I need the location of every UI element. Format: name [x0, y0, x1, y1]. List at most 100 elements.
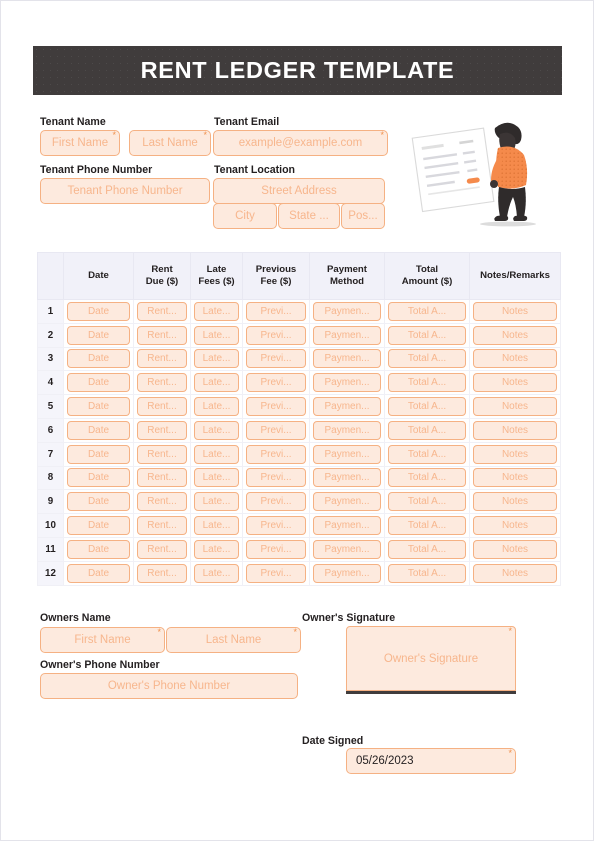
row-11-late-fees-input[interactable]: Late... — [194, 539, 239, 559]
row-6-payment-method-input[interactable]: Paymen... — [313, 420, 381, 440]
row-4-payment-method-input[interactable]: Paymen... — [313, 373, 381, 393]
tenant-street-address-input[interactable]: Street Address — [213, 178, 385, 204]
row-4-notes-input[interactable]: Notes — [473, 373, 557, 393]
row-11-notes-input[interactable]: Notes — [473, 539, 557, 559]
owner-phone-input[interactable]: Owner's Phone Number — [40, 673, 298, 699]
owner-signature-input[interactable]: Owner's Signature — [346, 626, 516, 691]
row-5-date-input[interactable]: Date — [67, 397, 130, 417]
row-3-rent-due-input[interactable]: Rent... — [137, 349, 187, 369]
owner-last-name-input[interactable]: Last Name — [166, 627, 301, 653]
row-7-notes-input[interactable]: Notes — [473, 444, 557, 464]
row-5-total-amount-input[interactable]: Total A... — [388, 397, 466, 417]
row-1-payment-method-input[interactable]: Paymen... — [313, 301, 381, 321]
row-8-notes-input[interactable]: Notes — [473, 468, 557, 488]
row-6-late-fees-input[interactable]: Late... — [194, 420, 239, 440]
column-header-rent-due: Rent Due ($) — [133, 252, 191, 300]
date-signed-input[interactable]: 05/26/2023 — [346, 748, 516, 774]
row-2-late-fees-input[interactable]: Late... — [194, 325, 239, 345]
row-8-total-amount-input[interactable]: Total A... — [388, 468, 466, 488]
row-9-rent-due-input[interactable]: Rent... — [137, 492, 187, 512]
row-12-rent-due-input[interactable]: Rent... — [137, 563, 187, 583]
row-8-late-fees-input[interactable]: Late... — [194, 468, 239, 488]
row-6-previous-fee-input[interactable]: Previ... — [246, 420, 306, 440]
row-3-date-input[interactable]: Date — [67, 349, 130, 369]
row-8-previous-fee-input[interactable]: Previ... — [246, 468, 306, 488]
row-11-previous-fee-input[interactable]: Previ... — [246, 539, 306, 559]
row-10-rent-due-input[interactable]: Rent... — [137, 516, 187, 536]
row-7-date-input[interactable]: Date — [67, 444, 130, 464]
row-7-total-amount-input[interactable]: Total A... — [388, 444, 466, 464]
row-12-previous-fee-input[interactable]: Previ... — [246, 563, 306, 583]
tenant-postal-code-input[interactable]: Pos... — [341, 203, 385, 229]
row-2-notes-input[interactable]: Notes — [473, 325, 557, 345]
row-4-date-input[interactable]: Date — [67, 373, 130, 393]
row-10-payment-method-input[interactable]: Paymen... — [313, 516, 381, 536]
row-12-late-fees-input[interactable]: Late... — [194, 563, 239, 583]
row-6-date-input[interactable]: Date — [67, 420, 130, 440]
row-10-date-input[interactable]: Date — [67, 516, 130, 536]
row-6-notes-input[interactable]: Notes — [473, 420, 557, 440]
row-3-payment-method-input[interactable]: Paymen... — [313, 349, 381, 369]
row-3-total-amount-input[interactable]: Total A... — [388, 349, 466, 369]
row-11-payment-method-input[interactable]: Paymen... — [313, 539, 381, 559]
row-5-payment-method-input[interactable]: Paymen... — [313, 397, 381, 417]
row-1-date-input[interactable]: Date — [67, 301, 130, 321]
row-12-total-amount-input[interactable]: Total A... — [388, 563, 466, 583]
row-9-date-input[interactable]: Date — [67, 492, 130, 512]
cell-rent-due: Rent... — [133, 536, 191, 562]
row-1-total-amount-input[interactable]: Total A... — [388, 301, 466, 321]
row-9-total-amount-input[interactable]: Total A... — [388, 492, 466, 512]
row-1-previous-fee-input[interactable]: Previ... — [246, 301, 306, 321]
row-2-total-amount-input[interactable]: Total A... — [388, 325, 466, 345]
row-3-late-fees-input[interactable]: Late... — [194, 349, 239, 369]
row-7-previous-fee-input[interactable]: Previ... — [246, 444, 306, 464]
row-10-late-fees-input[interactable]: Late... — [194, 516, 239, 536]
owner-first-name-input[interactable]: First Name — [40, 627, 165, 653]
row-1-rent-due-input[interactable]: Rent... — [137, 301, 187, 321]
row-12-notes-input[interactable]: Notes — [473, 563, 557, 583]
row-6-rent-due-input[interactable]: Rent... — [137, 420, 187, 440]
tenant-city-input[interactable]: City — [213, 203, 277, 229]
row-11-rent-due-input[interactable]: Rent... — [137, 539, 187, 559]
row-1-notes-input[interactable]: Notes — [473, 301, 557, 321]
tenant-email-input[interactable]: example@example.com — [213, 130, 388, 156]
row-10-previous-fee-input[interactable]: Previ... — [246, 516, 306, 536]
row-5-previous-fee-input[interactable]: Previ... — [246, 397, 306, 417]
row-2-previous-fee-input[interactable]: Previ... — [246, 325, 306, 345]
row-9-late-fees-input[interactable]: Late... — [194, 492, 239, 512]
row-12-date-input[interactable]: Date — [67, 563, 130, 583]
tenant-phone-input[interactable]: Tenant Phone Number — [40, 178, 210, 204]
row-7-late-fees-input[interactable]: Late... — [194, 444, 239, 464]
row-2-date-input[interactable]: Date — [67, 325, 130, 345]
row-9-payment-method-input[interactable]: Paymen... — [313, 492, 381, 512]
row-7-rent-due-input[interactable]: Rent... — [137, 444, 187, 464]
row-9-notes-input[interactable]: Notes — [473, 492, 557, 512]
row-4-total-amount-input[interactable]: Total A... — [388, 373, 466, 393]
tenant-last-name-input[interactable]: Last Name — [129, 130, 211, 156]
row-5-rent-due-input[interactable]: Rent... — [137, 397, 187, 417]
row-10-notes-input[interactable]: Notes — [473, 516, 557, 536]
row-8-payment-method-input[interactable]: Paymen... — [313, 468, 381, 488]
tenant-first-name-input[interactable]: First Name — [40, 130, 120, 156]
row-9-previous-fee-input[interactable]: Previ... — [246, 492, 306, 512]
row-8-rent-due-input[interactable]: Rent... — [137, 468, 187, 488]
row-4-previous-fee-input[interactable]: Previ... — [246, 373, 306, 393]
row-10-total-amount-input[interactable]: Total A... — [388, 516, 466, 536]
row-1-late-fees-input[interactable]: Late... — [194, 301, 239, 321]
row-5-notes-input[interactable]: Notes — [473, 397, 557, 417]
row-5-late-fees-input[interactable]: Late... — [194, 397, 239, 417]
row-8-date-input[interactable]: Date — [67, 468, 130, 488]
row-7-payment-method-input[interactable]: Paymen... — [313, 444, 381, 464]
row-2-rent-due-input[interactable]: Rent... — [137, 325, 187, 345]
row-3-previous-fee-input[interactable]: Previ... — [246, 349, 306, 369]
row-4-late-fees-input[interactable]: Late... — [194, 373, 239, 393]
row-3-notes-input[interactable]: Notes — [473, 349, 557, 369]
row-11-date-input[interactable]: Date — [67, 539, 130, 559]
owner-signature-area[interactable]: Owner's Signature — [346, 626, 516, 694]
tenant-state-input[interactable]: State ... — [278, 203, 340, 229]
row-2-payment-method-input[interactable]: Paymen... — [313, 325, 381, 345]
row-4-rent-due-input[interactable]: Rent... — [137, 373, 187, 393]
row-12-payment-method-input[interactable]: Paymen... — [313, 563, 381, 583]
row-6-total-amount-input[interactable]: Total A... — [388, 420, 466, 440]
row-11-total-amount-input[interactable]: Total A... — [388, 539, 466, 559]
